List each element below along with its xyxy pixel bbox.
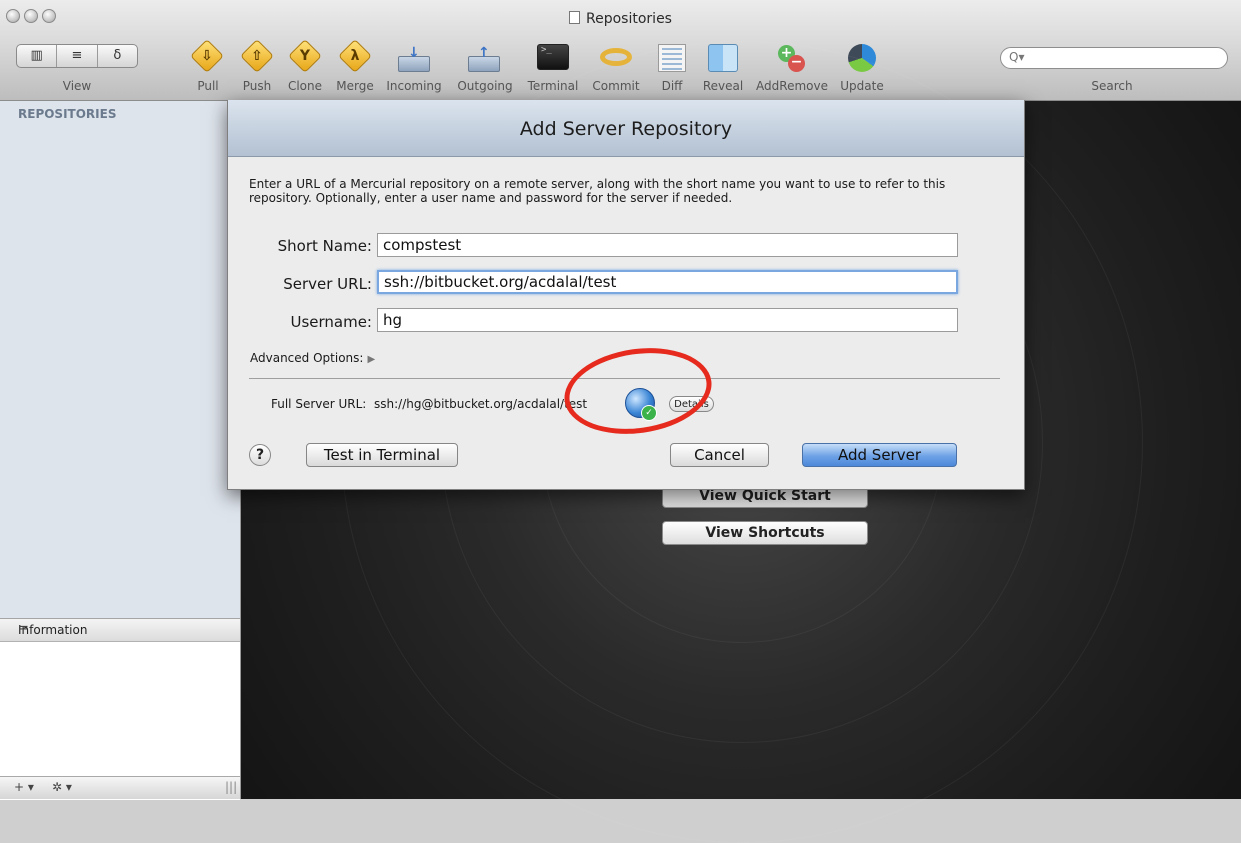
add-server-button[interactable]: Add Server bbox=[802, 443, 957, 467]
sidebar: REPOSITORIES Information = + ▾ ✲ ▾ ||| bbox=[0, 101, 241, 800]
clone-button[interactable]: Y bbox=[286, 39, 326, 78]
sidebar-bottom-bar: + ▾ ✲ ▾ ||| bbox=[0, 776, 240, 799]
advanced-options-label: Advanced Options: bbox=[250, 351, 364, 365]
username-label: Username: bbox=[290, 313, 372, 331]
outgoing-button[interactable]: ↑ bbox=[464, 42, 504, 78]
incoming-button[interactable]: ↓ bbox=[394, 42, 434, 78]
panel-resize-grip[interactable]: = bbox=[18, 621, 230, 636]
view-segmented-control[interactable]: ▥ ≡ δ bbox=[16, 44, 138, 68]
test-in-terminal-button[interactable]: Test in Terminal bbox=[306, 443, 458, 467]
information-header: Information = bbox=[0, 619, 240, 642]
column-view-button[interactable]: ▥ bbox=[17, 45, 58, 67]
search-field[interactable]: Q▾ bbox=[1000, 47, 1228, 69]
information-panel: Information = bbox=[0, 618, 240, 800]
server-url-label: Server URL: bbox=[283, 275, 372, 293]
incoming-label: Incoming bbox=[386, 79, 442, 93]
push-icon: ⇧ bbox=[240, 39, 274, 73]
merge-button[interactable]: λ bbox=[336, 39, 376, 78]
search-input[interactable] bbox=[1027, 50, 1221, 68]
advanced-options-disclosure[interactable]: Advanced Options: ▶ bbox=[250, 351, 375, 365]
disclosure-triangle-icon: ▶ bbox=[367, 354, 376, 365]
diff-view-button[interactable]: δ bbox=[98, 45, 137, 67]
view-shortcuts-button[interactable]: View Shortcuts bbox=[662, 521, 868, 545]
sidebar-header: REPOSITORIES bbox=[18, 107, 117, 121]
search-icon: Q▾ bbox=[1009, 50, 1025, 64]
window-title: Repositories bbox=[0, 11, 1241, 27]
dialog-description: Enter a URL of a Mercurial repository on… bbox=[249, 177, 946, 205]
full-server-url-label: Full Server URL: bbox=[271, 397, 367, 411]
dialog-title: Add Server Repository bbox=[519, 118, 733, 140]
short-name-input[interactable] bbox=[377, 233, 958, 257]
view-label: View bbox=[62, 79, 92, 93]
short-name-label: Short Name: bbox=[277, 237, 372, 255]
pull-icon: ⇩ bbox=[190, 39, 224, 73]
merge-icon: λ bbox=[338, 39, 372, 73]
outgoing-icon: ↑ bbox=[468, 45, 500, 72]
help-button[interactable]: ? bbox=[249, 444, 271, 466]
username-input[interactable] bbox=[377, 308, 958, 332]
sidebar-resize-handle[interactable]: ||| bbox=[225, 780, 237, 794]
server-url-input[interactable] bbox=[377, 270, 958, 294]
document-icon bbox=[569, 11, 581, 24]
dialog-header: Add Server Repository bbox=[228, 100, 1024, 157]
incoming-icon: ↓ bbox=[398, 45, 430, 72]
app-window: Repositories ▥ ≡ δ View ⇩ Pull ⇧ Push Y … bbox=[0, 0, 1241, 843]
add-repository-menu-button[interactable]: + ▾ bbox=[14, 780, 34, 794]
terminal-button[interactable]: >_ bbox=[534, 42, 574, 78]
push-button[interactable]: ⇧ bbox=[238, 39, 278, 78]
gear-menu-button[interactable]: ✲ ▾ bbox=[52, 780, 72, 794]
cancel-button[interactable]: Cancel bbox=[670, 443, 769, 467]
terminal-icon: >_ bbox=[537, 44, 569, 70]
search-label: Search bbox=[1091, 79, 1133, 93]
pull-button[interactable]: ⇩ bbox=[188, 39, 228, 78]
full-server-url-value: ssh://hg@bitbucket.org/acdalal/test bbox=[374, 397, 588, 411]
list-view-button[interactable]: ≡ bbox=[57, 45, 98, 67]
clone-icon: Y bbox=[288, 39, 322, 73]
